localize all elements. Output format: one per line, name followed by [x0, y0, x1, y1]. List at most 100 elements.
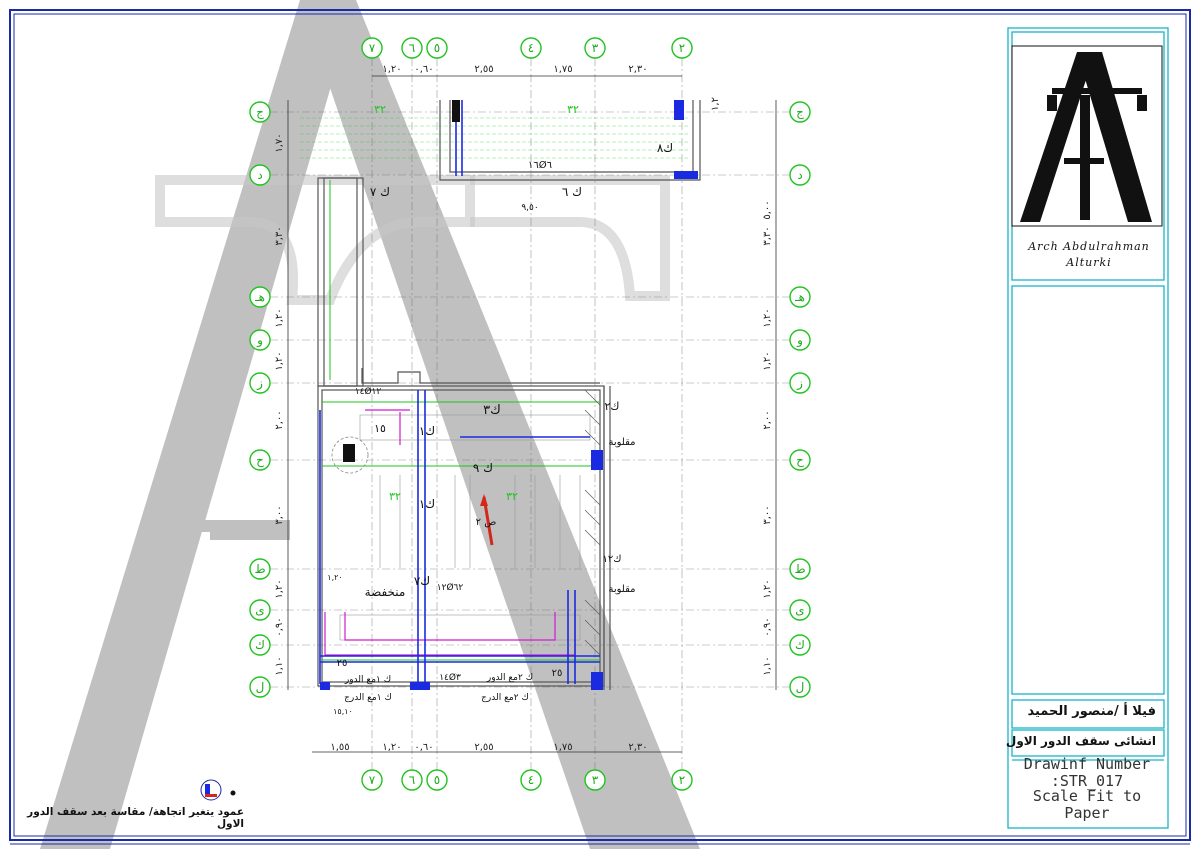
dimension-value: ٣,٠٠ [762, 505, 773, 524]
svg-text:٣: ٣ [592, 773, 599, 787]
watermark-logo [40, 0, 700, 849]
row-axis-bubble: ح [789, 449, 811, 471]
dimension-value: ١,٢٠ [274, 351, 285, 370]
svg-text:و: و [796, 333, 803, 348]
column-axis-bubble: ٥ [426, 769, 448, 791]
svg-text:ح: ح [796, 453, 804, 467]
svg-text:٧: ٧ [369, 773, 376, 787]
drawing-sheet: ٧٦٥٤٣٢ ٧٦٥٤٣٢ جدهـوزحطىكل جدهـوزحطىكل ١,… [9, 0, 1191, 849]
row-axis-bubble: هـ [249, 286, 271, 308]
dimension-value: ٢,٠٠ [762, 410, 773, 429]
dimension-value: ١,٧٥ [553, 742, 572, 753]
row-axis-bubble: د [249, 164, 271, 186]
top-column-axes: ٧ ٦ ٥ ٤ ٣ ٢ [361, 37, 693, 59]
beam-label: ك ٧ [370, 185, 390, 199]
dimension-value: ١,٢٠ [762, 308, 773, 327]
column-axis-bubble: ٤ [520, 37, 542, 59]
architect-signature-surname: Alturki [1066, 256, 1112, 269]
slab-label: ٢٥ [337, 658, 348, 669]
beam-label: ك ٢مع الدور [486, 673, 533, 683]
svg-text:٦: ٦ [409, 41, 415, 55]
column-axis-bubble: ٦ [401, 769, 423, 791]
svg-text:ح: ح [256, 453, 264, 467]
column-axis-bubble: ٢ [671, 769, 693, 791]
row-axis-bubble: ز [249, 372, 271, 394]
svg-text:د: د [257, 168, 262, 182]
svg-text:ل: ل [256, 680, 265, 694]
dimension-value: ٥,٠٠ [762, 200, 773, 219]
dimension-value: ٢,٣٠ [628, 64, 647, 75]
svg-text:٤: ٤ [528, 41, 534, 55]
svg-text:ج: ج [256, 105, 264, 119]
column-axis-bubble: ٦ [401, 37, 423, 59]
dimension-value: ٣,٣٠ [762, 226, 773, 245]
svg-text:٤: ٤ [528, 773, 534, 787]
row-axis-bubble: ل [789, 676, 811, 698]
svg-text:٦: ٦ [409, 773, 415, 787]
row-axis-bubble: ك [789, 634, 811, 656]
dimension-value: ٢,٥٥ [474, 742, 493, 753]
column-axis-bubble: ٣ [584, 769, 606, 791]
stair-label: ص ٢ [476, 517, 497, 528]
dimension-value: ٠,٦٠ [414, 742, 433, 753]
row-axis-bubble: ك [249, 634, 271, 656]
svg-text:٥: ٥ [434, 41, 440, 55]
column-axis-bubble: ٤ [520, 769, 542, 791]
dimension-value: ١,٢٠ [382, 64, 401, 75]
row-axis-bubble: ى [249, 599, 271, 621]
dimension-value: ٠,٩٠ [274, 617, 285, 636]
slab-label: ٣٢ [374, 103, 386, 116]
svg-text:ل: ل [796, 680, 805, 694]
inverted-label: مقلوبة [608, 437, 635, 448]
rebar-label: ١٦Ø٦ [528, 159, 552, 171]
beam-label: ك١ [419, 497, 435, 511]
row-axis-bubble: ج [789, 101, 811, 123]
svg-text:ى: ى [255, 603, 264, 617]
svg-text:٣: ٣ [592, 41, 599, 55]
dimension-value: ٠,٩٠ [762, 617, 773, 636]
scale-label: Scale Fit to [1032, 787, 1142, 805]
dimension-value: ١,٧٥ [553, 64, 572, 75]
row-axis-bubble: د [789, 164, 811, 186]
sunken-label: منخفضة [365, 585, 406, 599]
beam-label: ك٨ [657, 141, 673, 155]
row-axis-bubble: ز [789, 372, 811, 394]
dim-label: ١٥,١٠ [333, 707, 353, 716]
dimension-value: ٣,٣٠ [274, 226, 285, 245]
column-change-symbol-icon [200, 779, 236, 801]
svg-text:ك: ك [795, 638, 805, 652]
rebar-label: ١٢Ø٦٢ [437, 582, 464, 593]
svg-text:د: د [797, 168, 802, 182]
dimension-value: ١,٢٠ [274, 579, 285, 598]
beam-label: ك ٩ [473, 461, 493, 475]
dimension-value: ١,٥٥ [330, 742, 349, 753]
dimension-value: ١,٢٠ [274, 308, 285, 327]
row-axis-bubble: ط [249, 558, 271, 580]
column-axis-bubble: ٥ [426, 37, 448, 59]
dimension-value: ١,١٠ [274, 656, 285, 675]
dimension-value: ١,١٠ [762, 656, 773, 675]
slab-label: ٣٢ [567, 103, 579, 116]
svg-text:ز: ز [256, 376, 263, 391]
beam-label: ك ٢مع الدرج [481, 693, 529, 703]
slab-label: ٢٥ [552, 668, 563, 679]
row-axis-bubble: ى [789, 599, 811, 621]
row-axis-bubble: ل [249, 676, 271, 698]
svg-text:٢: ٢ [679, 41, 685, 55]
dimension-value: ١,٢٠ [762, 579, 773, 598]
dimension-value: ٢,٣٠ [628, 742, 647, 753]
row-axis-bubble: ج [249, 101, 271, 123]
scale-value: Paper [1064, 804, 1110, 822]
dimension-value: ١,٢٠ [762, 351, 773, 370]
column-axis-bubble: ٧ [361, 37, 383, 59]
dimension-value: ٢,٥٥ [474, 64, 493, 75]
beam-label: ك ٦ [562, 185, 582, 199]
right-row-axes: ج د هـ و ز ح ط ى ك ل [789, 101, 811, 698]
svg-text:٢: ٢ [679, 773, 685, 787]
row-axis-bubble: ط [789, 558, 811, 580]
logo-at [1011, 45, 1163, 227]
project-name: فيلا أ /منصور الحميد [1027, 704, 1156, 719]
row-axis-bubble: و [249, 329, 271, 351]
dimension-value: ١,٢ [710, 97, 721, 111]
svg-text:هـ: هـ [254, 290, 265, 304]
